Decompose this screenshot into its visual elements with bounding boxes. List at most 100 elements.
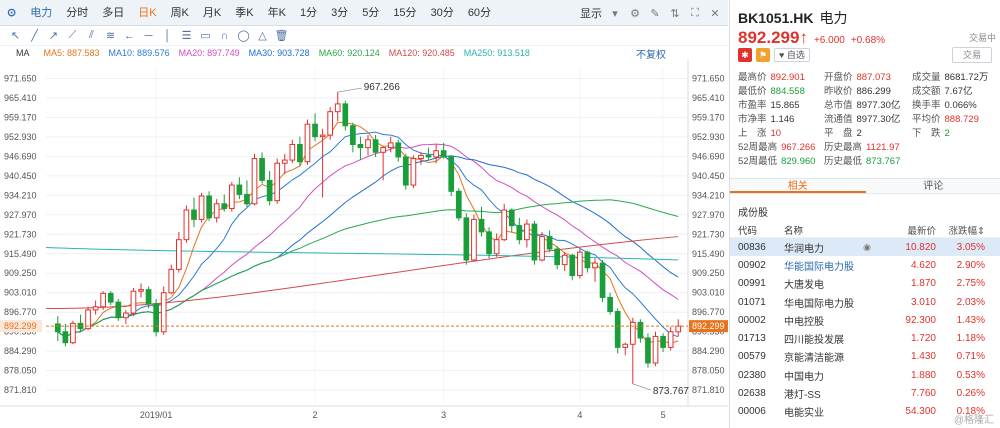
y-tick-label: 946.690: [4, 151, 37, 161]
stat-label: 昨收价: [824, 86, 853, 97]
vline-tool-icon[interactable]: │: [160, 28, 175, 43]
cell-pct: 0.53%: [956, 369, 985, 381]
stat-value: 2: [944, 128, 950, 139]
stat-cell: 平 盘2: [824, 127, 912, 141]
quote-stats: 最高价 892.901 开盘价 887.073 成交量 8681.72万 最低价 884.55…: [738, 71, 1000, 169]
tab-1min[interactable]: 1分: [293, 0, 324, 26]
stat-label: 换手率: [912, 100, 941, 111]
candle-body: [334, 103, 341, 113]
table-row[interactable]: 01071 华电国际电力股 3.010 2.03%: [730, 293, 1000, 311]
stat-label: 市盈率: [738, 100, 767, 111]
cell-price: 92.300: [905, 314, 936, 326]
ray-tool-icon[interactable]: ↗: [46, 28, 61, 43]
y-tick-label: 934.210: [4, 190, 37, 200]
tab-related[interactable]: 相关: [730, 179, 866, 193]
stock-actions: ✱ ⚑ ♥ 自选: [738, 48, 810, 62]
stat-value: 8977.30亿: [856, 100, 901, 111]
parallel-tool-icon[interactable]: ⫽: [84, 28, 99, 43]
candle-body: [592, 262, 598, 269]
cell-pct: 2.90%: [956, 259, 985, 271]
flag-icon: ⚑: [756, 48, 770, 62]
stat-label: 52周最低: [738, 156, 778, 167]
stat-cell: 开盘价 887.073: [824, 71, 912, 85]
stat-cell: 流通值 8977.30亿: [824, 113, 912, 127]
channel-tool-icon[interactable]: ≋: [103, 28, 118, 43]
table-row[interactable]: 00991 大唐发电 1.870 2.75%: [730, 275, 1000, 293]
tab-60min[interactable]: 60分: [461, 0, 498, 26]
tab-multiday[interactable]: 多日: [95, 0, 131, 26]
stat-cell: 历史最低 873.767: [824, 155, 912, 169]
settings-icon[interactable]: ⚙: [628, 6, 642, 20]
stat-value: 887.073: [856, 72, 891, 83]
line-tool-icon[interactable]: ╱: [27, 28, 42, 43]
tab-quarterly-k[interactable]: 季K: [228, 0, 260, 26]
candle-body: [274, 162, 281, 202]
candle-body: [554, 248, 561, 266]
table-row[interactable]: 00902 华能国际电力股 4.620 2.90%: [730, 256, 1000, 274]
stock-name: 电力: [819, 10, 848, 26]
cursor-icon[interactable]: ↖: [8, 28, 23, 43]
trade-button[interactable]: 交易: [952, 47, 992, 63]
tab-5min[interactable]: 5分: [355, 0, 386, 26]
tab-yearly-k[interactable]: 年K: [261, 0, 293, 26]
stat-value: 892.901: [770, 72, 805, 83]
table-row[interactable]: 02638 港灯-SS 7.760 0.26%: [730, 384, 1000, 402]
ma5-value: MA5: 887.583: [43, 48, 100, 58]
tab-15min[interactable]: 15分: [386, 0, 423, 26]
y-tick-label-right: 884.290: [692, 346, 725, 356]
ellipse-tool-icon[interactable]: ◯: [236, 28, 251, 43]
y-tick-label: 927.970: [4, 210, 37, 220]
chart-tools: 显示 ▾ ⚙ ✎ ⇅ ⛶ ✕: [580, 0, 722, 26]
add-watchlist-button[interactable]: ♥ 自选: [774, 48, 810, 62]
candlestick-chart[interactable]: 971.650 971.650 965.410 965.410 959.170 959.1…: [0, 60, 728, 428]
table-row[interactable]: 00002 中电控股 92.300 1.43%: [730, 311, 1000, 329]
tab-intraday[interactable]: 分时: [59, 0, 95, 26]
table-row[interactable]: 02380 中国电力 1.880 0.53%: [730, 366, 1000, 384]
fullscreen-icon[interactable]: ⛶: [688, 6, 702, 20]
chevron-down-icon[interactable]: ▾: [608, 6, 622, 20]
header-name[interactable]: 名称: [784, 223, 854, 237]
edit-icon[interactable]: ✎: [648, 6, 662, 20]
y-tick-label: 903.010: [4, 288, 37, 298]
cell-name: 华润电力: [784, 243, 824, 255]
tab-sector[interactable]: 电力: [23, 0, 59, 26]
header-price[interactable]: 最新价: [880, 223, 936, 237]
fib-tool-icon[interactable]: ☰: [179, 28, 194, 43]
tab-daily-k[interactable]: 日K: [131, 0, 163, 26]
tab-comments[interactable]: 评论: [866, 179, 1000, 193]
candle-body: [191, 209, 197, 220]
table-row[interactable]: 00836 华润电力 ◉ 10.820 3.05%: [730, 238, 1000, 257]
close-icon[interactable]: ✕: [708, 6, 722, 20]
delete-icon[interactable]: 🗑: [274, 28, 289, 43]
ma250-value: MA250: 913.518: [463, 48, 530, 58]
arrow-tool-icon[interactable]: ←: [122, 28, 137, 43]
triangle-tool-icon[interactable]: △: [255, 28, 270, 43]
header-pct[interactable]: 涨跌幅⇕: [936, 223, 993, 237]
rect-tool-icon[interactable]: ▭: [198, 28, 213, 43]
cell-name: 京能清洁能源: [784, 353, 844, 365]
arc-tool-icon[interactable]: ∩: [217, 28, 232, 43]
candle-body: [62, 331, 69, 344]
table-row[interactable]: 00579 京能清洁能源 1.430 0.71%: [730, 348, 1000, 366]
constituents-header: 代码 名称 最新价 涨跌幅⇕: [730, 222, 1000, 238]
candle-body: [516, 225, 523, 241]
adjust-icon[interactable]: ⇅: [668, 6, 682, 20]
polyline-tool-icon[interactable]: ⟋: [65, 28, 80, 43]
header-code[interactable]: 代码: [730, 223, 784, 237]
adjust-type-dropdown[interactable]: 不复权: [636, 46, 666, 61]
stat-value: 1121.97: [866, 142, 900, 153]
display-dropdown[interactable]: 显示: [580, 5, 602, 21]
hline-tool-icon[interactable]: ─: [141, 28, 156, 43]
candle-body: [645, 337, 651, 364]
tab-weekly-k[interactable]: 周K: [164, 0, 196, 26]
stat-value: 7.67亿: [944, 86, 973, 97]
tab-3min[interactable]: 3分: [324, 0, 355, 26]
tab-monthly-k[interactable]: 月K: [196, 0, 228, 26]
table-row[interactable]: 01713 四川能投发展 1.720 1.18%: [730, 329, 1000, 347]
tab-30min[interactable]: 30分: [424, 0, 461, 26]
stat-value: 8977.30亿: [856, 114, 901, 125]
stat-cell: 下 跌2: [912, 127, 1000, 141]
cell-name: 四川能投发展: [784, 335, 844, 347]
stat-label: 52周最高: [738, 142, 778, 153]
cell-name: 中电控股: [784, 316, 824, 328]
